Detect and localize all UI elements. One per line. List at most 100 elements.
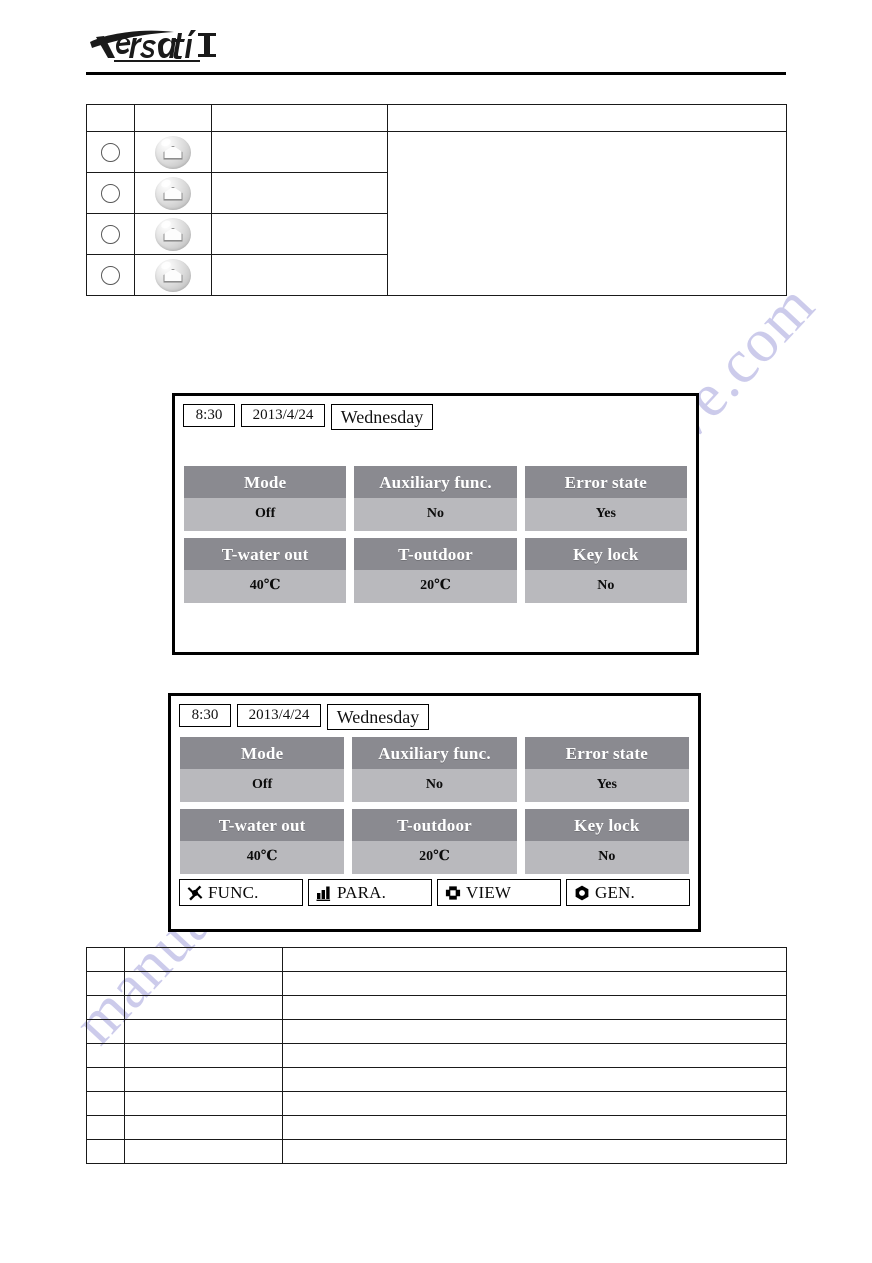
tile-title: Error state: [524, 737, 689, 769]
row-icon-cell: [134, 131, 212, 173]
menu-button-label: PARA.: [337, 883, 387, 902]
tile-error-state[interactable]: Error state Yes: [524, 466, 687, 531]
tile-value: Off: [180, 769, 345, 802]
time-display: 8:30: [183, 404, 235, 427]
cell-index: [86, 1115, 125, 1140]
cell-name: [124, 1091, 283, 1116]
status-tile-grid-1: Mode Off Auxiliary func. No Error state …: [175, 466, 696, 603]
cell-name: [124, 995, 283, 1020]
header-cell-marker: [86, 104, 135, 132]
row-label-cell: [211, 131, 388, 173]
tile-value: No: [524, 570, 687, 603]
cell-description: [282, 971, 787, 996]
table-row: [86, 1067, 787, 1092]
controller-screen-preview-2: 8:30 2013/4/24 Wednesday Mode Off Auxili…: [168, 693, 701, 932]
cell-description: [282, 995, 787, 1020]
table-row: [86, 1019, 787, 1044]
tile-title: Error state: [524, 466, 687, 498]
table-row: [86, 947, 787, 972]
tile-title: Auxiliary func.: [352, 737, 517, 769]
cell-description: [282, 1115, 787, 1140]
status-bar-2: 8:30 2013/4/24 Wednesday: [171, 696, 698, 730]
home-button-icon: [155, 217, 191, 251]
tile-title: Mode: [184, 466, 347, 498]
status-bar-1: 8:30 2013/4/24 Wednesday: [175, 396, 696, 430]
header-divider: [86, 72, 786, 75]
tile-title: Key lock: [524, 809, 689, 841]
tile-title: Auxiliary func.: [354, 466, 517, 498]
bullet-circle-icon: [101, 224, 120, 244]
bar-chart-icon: [315, 884, 333, 902]
table-row: [86, 1139, 787, 1164]
cell-description: [282, 1043, 787, 1068]
top-reference-table: [86, 104, 787, 296]
table-header-row: [86, 104, 787, 132]
tile-value: Yes: [524, 498, 687, 531]
bottom-menu-bar: FUNC. PARA. VIEW GEN.: [171, 874, 698, 910]
menu-button-para[interactable]: PARA.: [308, 879, 432, 906]
cell-description: [282, 947, 787, 972]
tile-t-outdoor[interactable]: T-outdoor 20℃: [352, 809, 517, 874]
table-row: [86, 131, 787, 296]
menu-button-func[interactable]: FUNC.: [179, 879, 303, 906]
wrench-icon: [186, 884, 204, 902]
menu-button-label: VIEW: [466, 883, 512, 902]
tile-mode[interactable]: Mode Off: [184, 466, 347, 531]
weekday-display: Wednesday: [331, 404, 433, 430]
tile-value: Yes: [524, 769, 689, 802]
time-display: 8:30: [179, 704, 231, 727]
header-cell-icon: [134, 104, 212, 132]
tile-key-lock[interactable]: Key lock No: [524, 809, 689, 874]
hexagon-gear-icon: [573, 884, 591, 902]
cell-index: [86, 1139, 125, 1164]
tile-key-lock[interactable]: Key lock No: [524, 538, 687, 603]
page-header: [86, 26, 786, 82]
cell-name: [124, 1043, 283, 1068]
tile-t-water-out[interactable]: T-water out 40℃: [184, 538, 347, 603]
tile-value: Off: [184, 498, 347, 531]
tile-value: 20℃: [352, 841, 517, 874]
menu-button-view[interactable]: VIEW: [437, 879, 561, 906]
status-tile-grid-2: Mode Off Auxiliary func. No Error state …: [171, 737, 698, 874]
header-cell-note: [387, 104, 787, 132]
tile-error-state[interactable]: Error state Yes: [524, 737, 689, 802]
controller-screen-preview-1: 8:30 2013/4/24 Wednesday Mode Off Auxili…: [172, 393, 699, 655]
cell-description: [282, 1091, 787, 1116]
view-cross-icon: [444, 884, 462, 902]
cell-index: [86, 1067, 125, 1092]
tile-auxiliary-func[interactable]: Auxiliary func. No: [354, 466, 517, 531]
tile-title: T-water out: [184, 538, 347, 570]
row-note-cell-merged: [387, 131, 787, 296]
weekday-display: Wednesday: [327, 704, 429, 730]
cell-index: [86, 995, 125, 1020]
tile-value: No: [524, 841, 689, 874]
date-display: 2013/4/24: [241, 404, 325, 427]
menu-button-label: GEN.: [595, 883, 635, 902]
table-row: [86, 1043, 787, 1068]
date-display: 2013/4/24: [237, 704, 321, 727]
cell-index: [86, 947, 125, 972]
cell-index: [86, 1019, 125, 1044]
tile-value: No: [352, 769, 517, 802]
row-label-cell: [211, 172, 388, 214]
tile-t-outdoor[interactable]: T-outdoor 20℃: [354, 538, 517, 603]
row-marker-cell: [86, 254, 135, 296]
cell-name: [124, 1067, 283, 1092]
menu-button-label: FUNC.: [208, 883, 259, 902]
bullet-circle-icon: [101, 142, 120, 162]
tile-title: T-water out: [180, 809, 345, 841]
row-icon-cell: [134, 254, 212, 296]
tile-value: 40℃: [184, 570, 347, 603]
home-button-icon: [155, 258, 191, 292]
tile-t-water-out[interactable]: T-water out 40℃: [180, 809, 345, 874]
cell-name: [124, 1139, 283, 1164]
row-marker-cell: [86, 131, 135, 173]
tile-title: Key lock: [524, 538, 687, 570]
tile-mode[interactable]: Mode Off: [180, 737, 345, 802]
table-row: [86, 1115, 787, 1140]
menu-button-gen[interactable]: GEN.: [566, 879, 690, 906]
tile-auxiliary-func[interactable]: Auxiliary func. No: [352, 737, 517, 802]
row-marker-cell: [86, 172, 135, 214]
versati-ii-logo: [88, 26, 218, 66]
cell-name: [124, 1115, 283, 1140]
